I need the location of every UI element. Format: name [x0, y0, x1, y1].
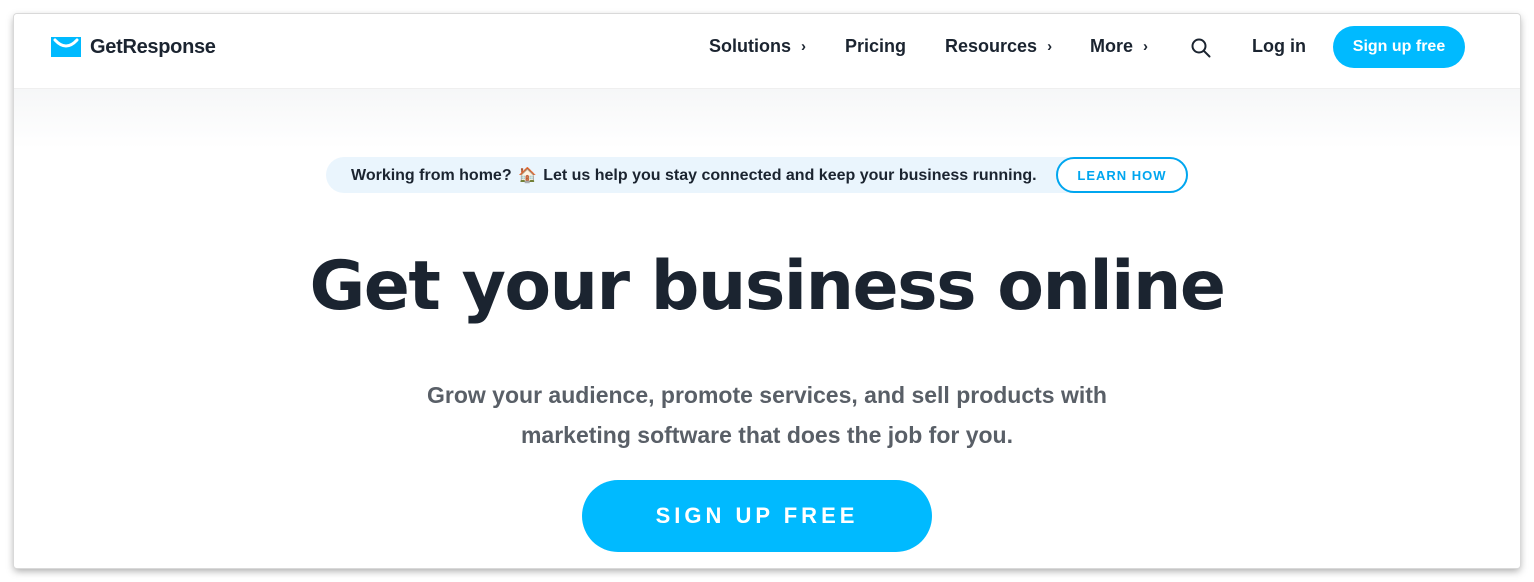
hero-section: Working from home? 🏠 Let us help you sta… — [14, 89, 1520, 568]
logo-text: GetResponse — [90, 35, 216, 58]
sign-up-free-cta-button[interactable]: SIGN UP FREE — [582, 480, 932, 552]
hero-subtext-line: Grow your audience, promote services, an… — [427, 382, 1107, 408]
work-from-home-banner: Working from home? 🏠 Let us help you sta… — [326, 157, 1188, 193]
nav-item-label: Pricing — [845, 36, 907, 56]
envelope-logo-icon — [51, 37, 81, 57]
nav-item-label: Solutions — [709, 36, 791, 56]
nav-item-pricing[interactable]: Pricing — [845, 36, 906, 57]
top-navbar: GetResponse Solutions › Pricing Resource… — [14, 14, 1520, 89]
banner-text: Working from home? 🏠 Let us help you sta… — [351, 166, 1037, 185]
learn-how-button[interactable]: LEARN HOW — [1056, 157, 1188, 193]
banner-text-before: Working from home? — [351, 167, 512, 184]
getresponse-logo[interactable]: GetResponse — [50, 36, 216, 58]
banner-text-after: Let us help you stay connected and keep … — [543, 167, 1037, 184]
search-icon[interactable] — [1190, 37, 1212, 59]
login-link[interactable]: Log in — [1252, 36, 1306, 57]
nav-item-label: More — [1090, 36, 1134, 56]
nav-item-more[interactable]: More › — [1090, 36, 1148, 57]
nav-item-solutions[interactable]: Solutions › — [709, 36, 806, 57]
chevron-right-icon: › — [1047, 38, 1053, 55]
nav-item-label: Resources — [945, 36, 1038, 56]
hero-subtext: Grow your audience, promote services, an… — [367, 375, 1167, 455]
chevron-right-icon: › — [801, 38, 806, 55]
chevron-right-icon: › — [1143, 38, 1149, 55]
signup-free-button[interactable]: Sign up free — [1333, 26, 1465, 68]
house-icon: 🏠 — [518, 167, 537, 184]
nav-item-resources[interactable]: Resources › — [945, 36, 1052, 57]
hero-subtext-line: marketing software that does the job for… — [520, 422, 1013, 448]
browser-viewport: GetResponse Solutions › Pricing Resource… — [14, 14, 1520, 568]
hero-headline: Get your business online — [309, 247, 1226, 326]
